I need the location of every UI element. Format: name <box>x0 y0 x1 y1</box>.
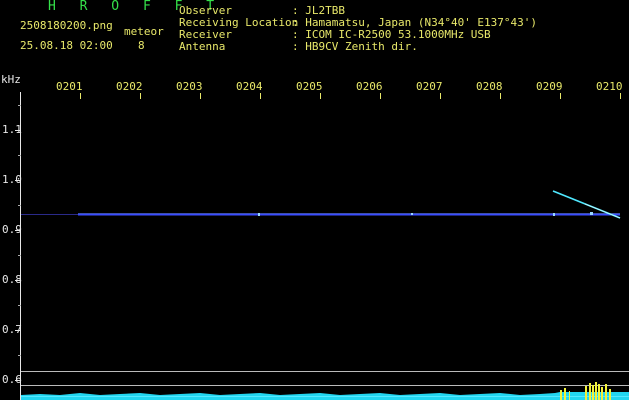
x-tick-marks <box>80 93 621 99</box>
plot-area <box>15 92 629 400</box>
spectrogram-screen: H R O F F T 2508180200.png 25.08.18 02:0… <box>0 0 629 400</box>
